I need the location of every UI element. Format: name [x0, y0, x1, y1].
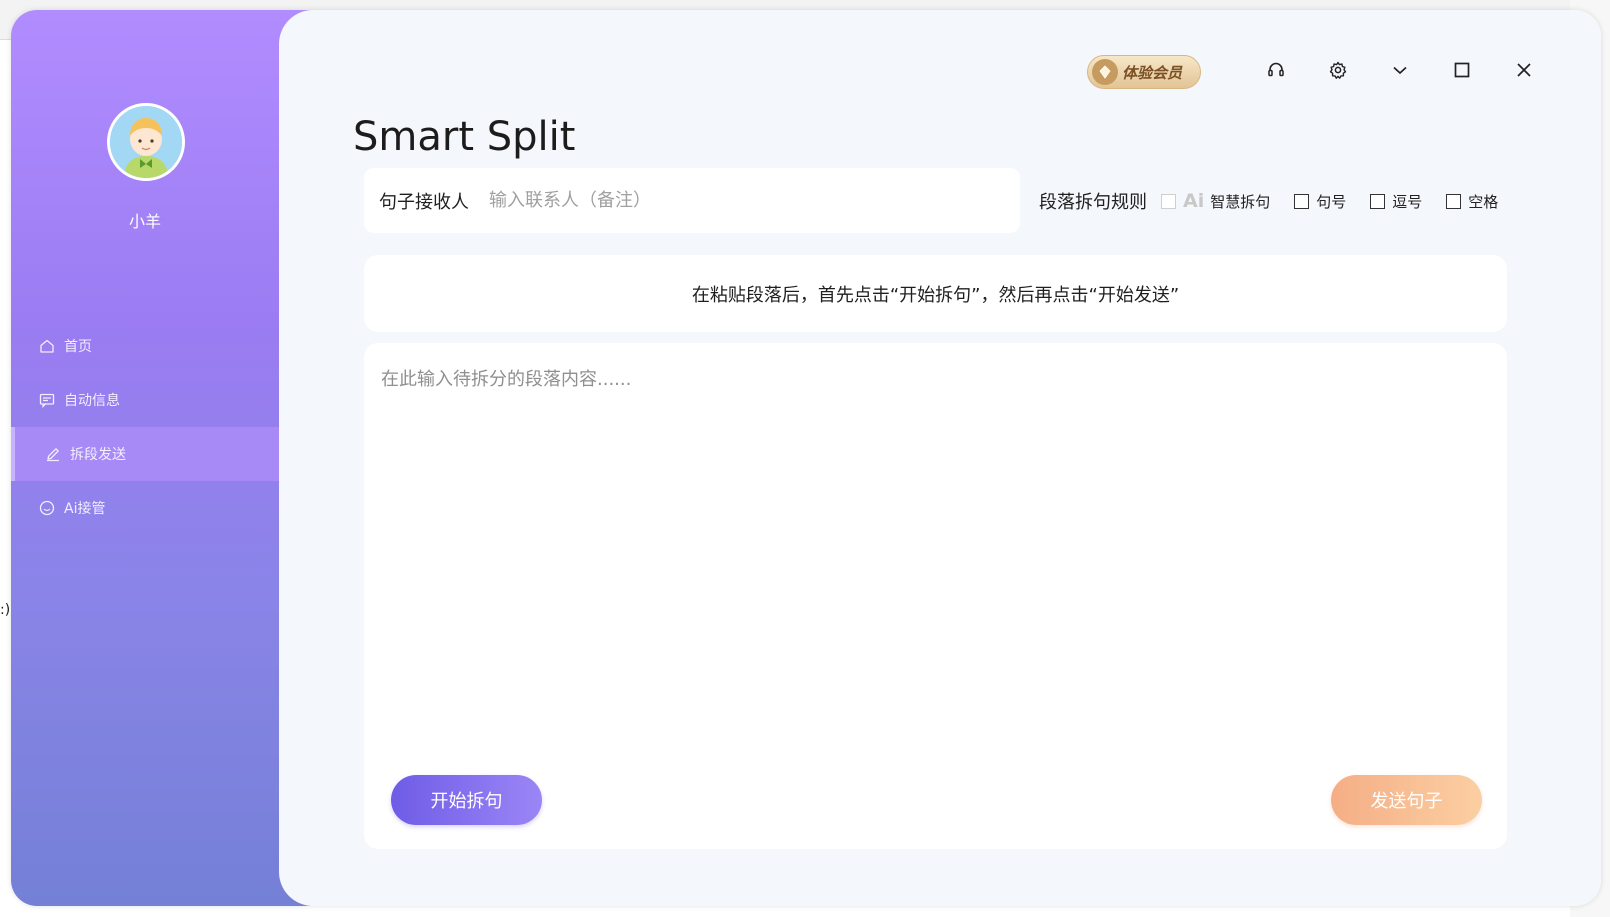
- avatar[interactable]: [107, 103, 185, 181]
- recipient-label: 句子接收人: [379, 191, 469, 213]
- sidebar-item-label: 拆段发送: [70, 447, 126, 463]
- sidebar-item-home[interactable]: 首页: [11, 319, 311, 373]
- avatar-illustration-icon: [110, 106, 182, 178]
- sidebar-item-auto-message[interactable]: 自动信息: [11, 373, 311, 427]
- close-icon: [1514, 60, 1534, 84]
- support-button[interactable]: [1259, 55, 1293, 89]
- vip-gem-icon: [1092, 59, 1118, 85]
- settings-button[interactable]: [1321, 55, 1355, 89]
- gear-icon: [1328, 60, 1348, 84]
- maximize-icon: [1452, 60, 1472, 84]
- instruction-text: 在粘贴段落后，首先点击“开始拆句”，然后再点击“开始发送”: [691, 284, 1180, 306]
- rule-period-label: 句号: [1316, 192, 1347, 211]
- recipient-field: 句子接收人: [364, 168, 1020, 233]
- page-title: Smart Split: [353, 114, 576, 160]
- close-button[interactable]: [1507, 55, 1541, 89]
- paragraph-input[interactable]: [379, 363, 1489, 743]
- rule-smart-split-label: 智慧拆句: [1210, 192, 1271, 211]
- recipient-input[interactable]: [487, 189, 967, 212]
- edit-icon: [44, 445, 62, 463]
- headset-icon: [1266, 60, 1286, 84]
- username: 小羊: [128, 212, 161, 231]
- chevron-down-icon: [1390, 60, 1410, 84]
- app-window: 小羊 首页 自动信息 拆段发送 Ai接管 体验会员 Smart Split 句子…: [11, 10, 1601, 906]
- main-panel: 体验会员 Smart Split 句子接收人 输入联系人（备注） 段落拆句规则 …: [279, 10, 1601, 906]
- maximize-button[interactable]: [1445, 55, 1479, 89]
- paragraph-editor: 开始拆句 发送句子: [364, 343, 1507, 849]
- sidebar: 小羊 首页 自动信息 拆段发送 Ai接管: [11, 10, 311, 906]
- send-sentences-button[interactable]: 发送句子: [1331, 775, 1482, 825]
- vip-label: 体验会员: [1122, 63, 1183, 82]
- vip-badge[interactable]: 体验会员: [1087, 55, 1201, 89]
- message-icon: [38, 391, 56, 409]
- rule-space-label: 空格: [1468, 192, 1499, 211]
- sidebar-nav: 首页 自动信息 拆段发送 Ai接管: [11, 319, 311, 535]
- home-icon: [38, 337, 56, 355]
- sidebar-item-ai-takeover[interactable]: Ai接管: [11, 481, 311, 535]
- instruction-banner: 在粘贴段落后，首先点击“开始拆句”，然后再点击“开始发送”: [364, 255, 1507, 332]
- sidebar-item-label: 首页: [64, 339, 92, 355]
- sidebar-item-split-send[interactable]: 拆段发送: [11, 427, 311, 481]
- rule-space-checkbox[interactable]: [1446, 193, 1462, 209]
- background-edge-text: :): [0, 602, 11, 618]
- window-toolbar: 体验会员: [1087, 55, 1541, 89]
- rule-comma[interactable]: 逗号: [1370, 191, 1422, 212]
- rule-period[interactable]: 句号: [1294, 191, 1346, 212]
- rule-smart-split-checkbox[interactable]: [1161, 193, 1176, 209]
- rule-comma-label: 逗号: [1392, 192, 1423, 211]
- sidebar-item-label: 自动信息: [64, 393, 120, 409]
- split-rules: 段落拆句规则 Ai 智慧拆句 句号 逗号 空格: [1039, 188, 1498, 214]
- sidebar-item-label: Ai接管: [64, 501, 106, 517]
- minimize-button[interactable]: [1383, 55, 1417, 89]
- rule-period-checkbox[interactable]: [1294, 193, 1310, 209]
- rule-comma-checkbox[interactable]: [1370, 193, 1386, 209]
- split-rules-label: 段落拆句规则: [1039, 192, 1147, 213]
- ai-icon: Ai: [1183, 190, 1205, 212]
- start-split-button[interactable]: 开始拆句: [391, 775, 542, 825]
- rule-space[interactable]: 空格: [1446, 191, 1498, 212]
- smile-icon: [38, 499, 56, 517]
- rule-smart-split[interactable]: Ai 智慧拆句: [1161, 190, 1270, 212]
